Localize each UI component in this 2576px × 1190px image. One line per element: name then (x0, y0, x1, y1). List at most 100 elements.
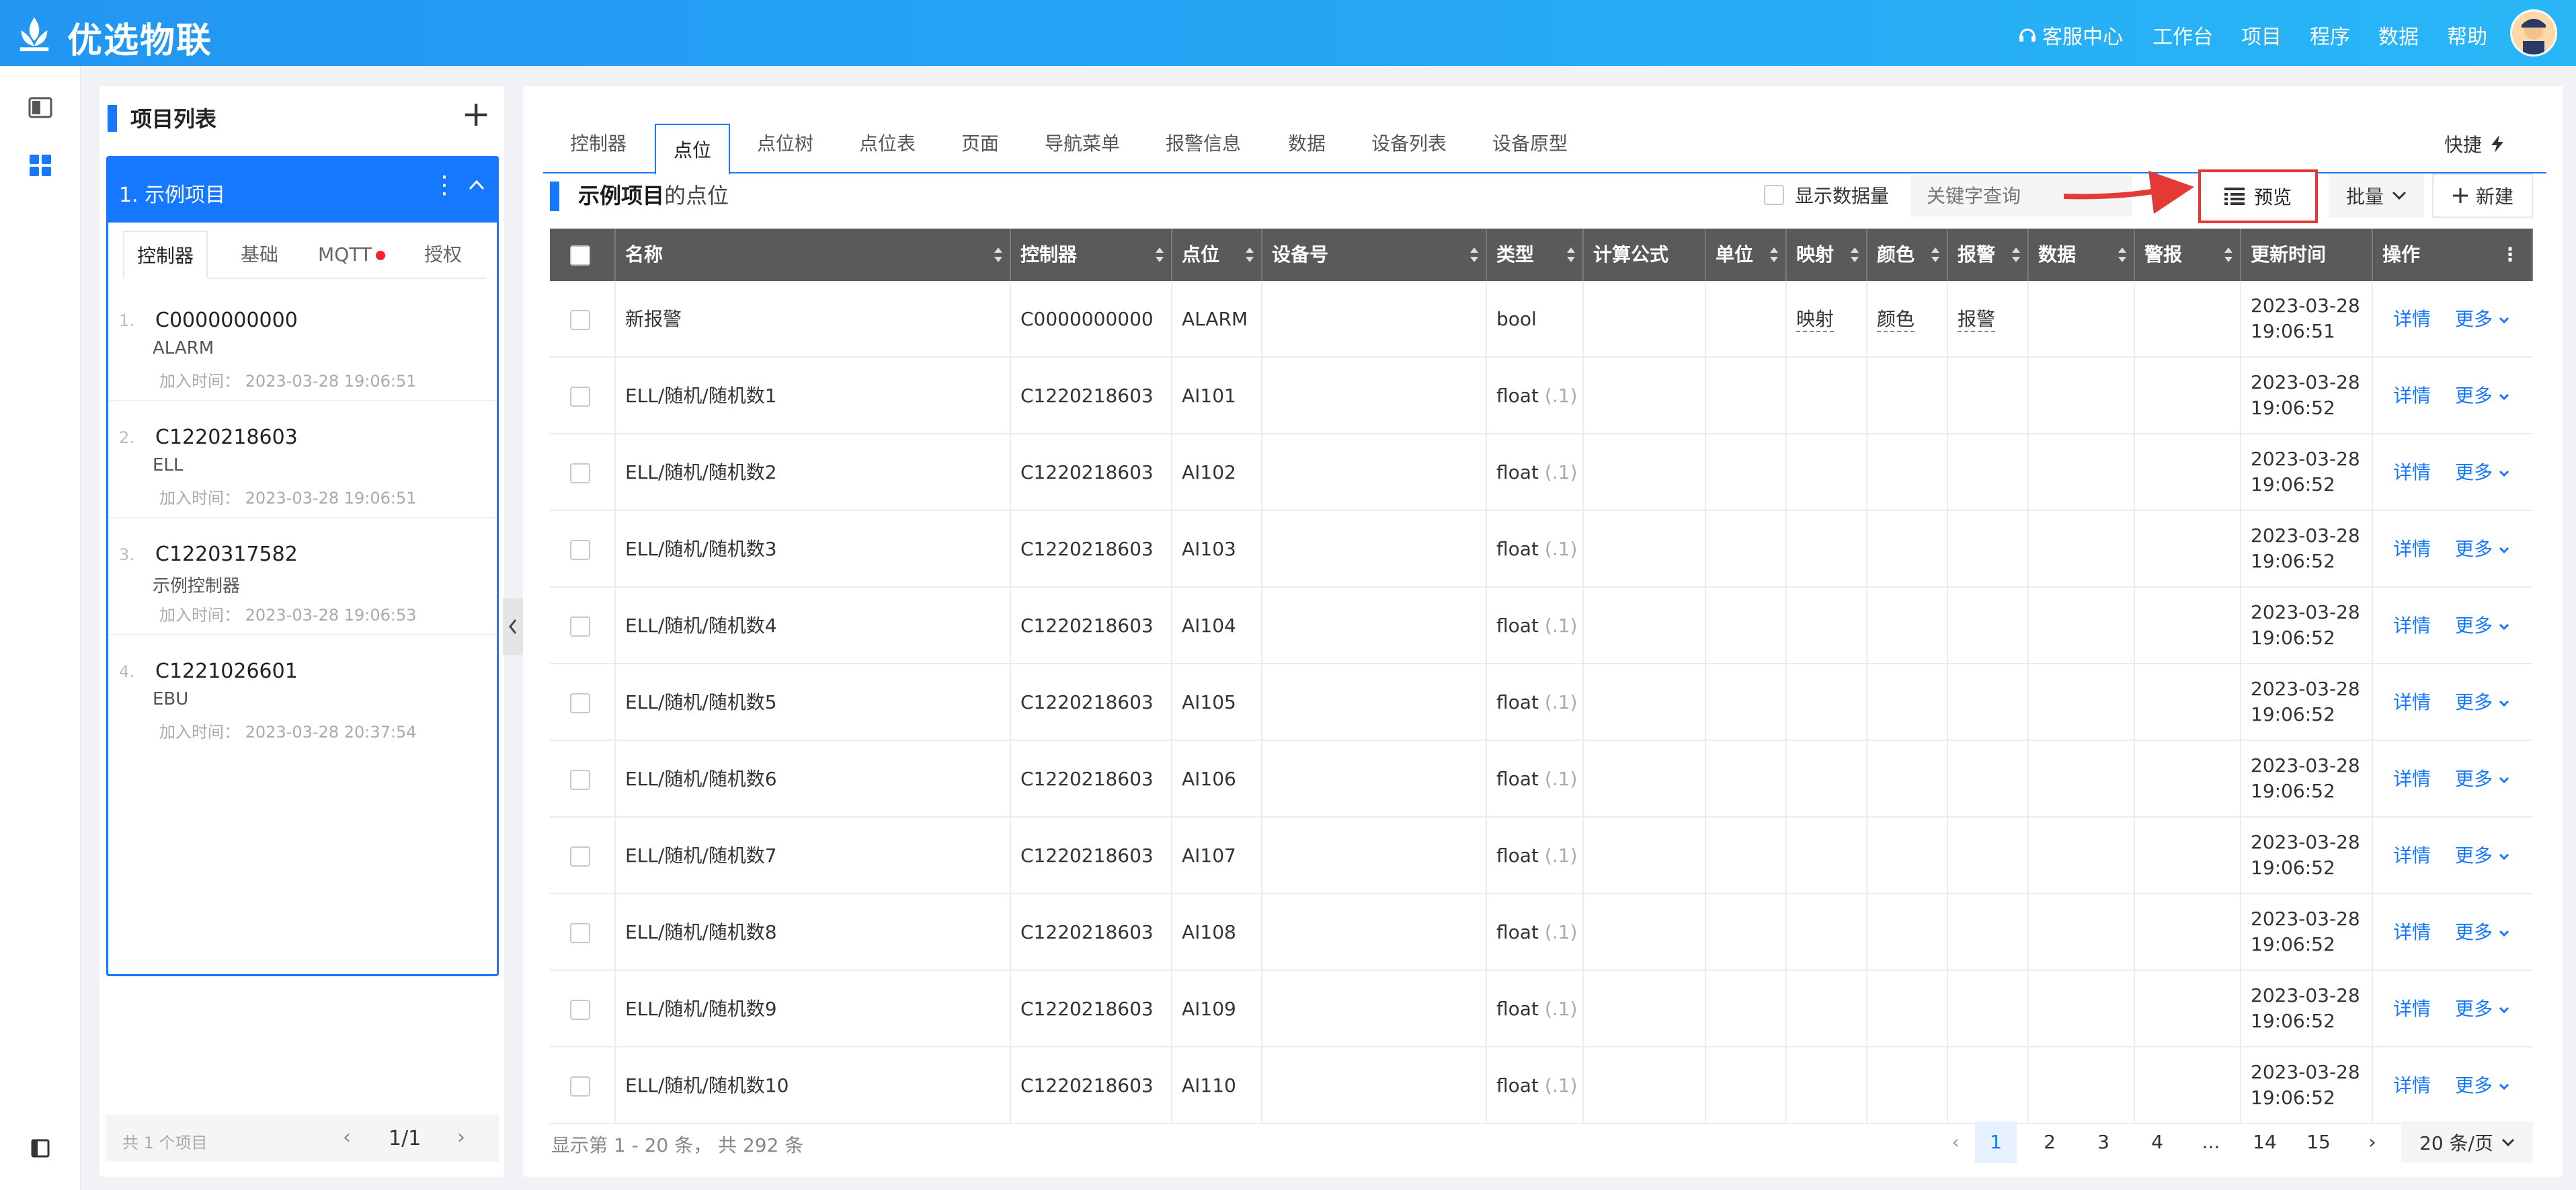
tab-point-table[interactable]: 点位表 (859, 129, 916, 156)
show-quantity-toggle[interactable]: 显示数据量 (1764, 182, 1889, 208)
sort-icon[interactable] (2224, 246, 2233, 264)
map-link[interactable]: 映射 (1796, 308, 1835, 332)
add-project-button[interactable]: + (461, 97, 491, 132)
sort-icon[interactable] (2011, 246, 2021, 264)
more-dropdown[interactable]: 更多 (2455, 308, 2509, 330)
column-header-ctrl[interactable]: 控制器 (1011, 229, 1172, 281)
dashboard-icon[interactable] (27, 152, 54, 179)
tab-point-tree[interactable]: 点位树 (757, 129, 813, 156)
row-checkbox[interactable] (570, 387, 590, 407)
table-row[interactable]: ELL/随机/随机数9 C1220218603 AI109 float (.1) 202… (550, 971, 2533, 1047)
sort-icon[interactable] (1566, 246, 1576, 264)
sort-icon[interactable] (994, 246, 1003, 264)
tab-controller[interactable]: 控制器 (570, 129, 627, 156)
select-all-header[interactable] (550, 229, 616, 281)
sort-icon[interactable] (2118, 246, 2127, 264)
column-header-unit[interactable]: 单位 (1706, 229, 1787, 281)
detail-link[interactable]: 详情 (2393, 768, 2431, 790)
more-dropdown[interactable]: 更多 (2455, 614, 2509, 637)
sort-icon[interactable] (1769, 246, 1779, 264)
preview-button[interactable]: 预览 (2198, 169, 2318, 223)
tab-device-list[interactable]: 设备列表 (1371, 129, 1447, 156)
alarm-link[interactable]: 报警 (1958, 308, 1996, 332)
sort-icon[interactable] (1931, 246, 1940, 264)
controller-item[interactable]: 1. C0000000000 ALARM 加入时间： 2023-03-28 19… (108, 284, 497, 401)
subtab-basic[interactable]: 基础 (223, 231, 296, 279)
table-row[interactable]: ELL/随机/随机数4 C1220218603 AI104 float (.1) 202… (550, 588, 2533, 664)
more-dropdown[interactable]: 更多 (2455, 998, 2509, 1020)
quick-button[interactable]: 快捷 (2444, 130, 2506, 157)
prev-page-button[interactable]: ‹ (1935, 1121, 1976, 1163)
tab-device-prototype[interactable]: 设备原型 (1492, 129, 1568, 156)
page-2[interactable]: 2 (2029, 1121, 2070, 1163)
more-dropdown[interactable]: 更多 (2455, 844, 2509, 867)
column-settings-icon[interactable]: ⋮ (2501, 229, 2520, 281)
select-all-checkbox[interactable] (570, 245, 590, 266)
column-header-data[interactable]: 数据 (2029, 229, 2135, 281)
table-row[interactable]: ELL/随机/随机数8 C1220218603 AI108 float (.1) 202… (550, 894, 2533, 971)
column-header-alarm[interactable]: 报警 (1948, 229, 2029, 281)
detail-link[interactable]: 详情 (2393, 461, 2431, 483)
user-avatar[interactable] (2510, 9, 2557, 56)
detail-link[interactable]: 详情 (2393, 308, 2431, 330)
detail-link[interactable]: 详情 (2393, 614, 2431, 637)
controller-item[interactable]: 4. C1221026601 EBU 加入时间： 2023-03-28 20:3… (108, 635, 497, 752)
more-vertical-icon[interactable]: ⋮ (432, 171, 456, 199)
tab-data[interactable]: 数据 (1288, 129, 1326, 156)
controller-item[interactable]: 3. C1220317582 示例控制器 加入时间： 2023-03-28 19… (108, 518, 497, 635)
chevron-left-icon[interactable]: ‹ (343, 1125, 351, 1149)
column-header-name[interactable]: 名称 (616, 229, 1011, 281)
row-checkbox[interactable] (570, 617, 590, 637)
color-link[interactable]: 颜色 (1877, 308, 1915, 332)
table-row[interactable]: 新报警 C0000000000 ALARM bool 映射 颜色 报警 2023-03-28… (550, 281, 2533, 358)
column-header-type[interactable]: 类型 (1487, 229, 1584, 281)
page-ellipsis[interactable]: ... (2190, 1121, 2232, 1163)
detail-link[interactable]: 详情 (2393, 998, 2431, 1020)
tab-nav-menu[interactable]: 导航菜单 (1045, 129, 1120, 156)
table-row[interactable]: ELL/随机/随机数1 C1220218603 AI101 float (.1) 202… (550, 358, 2533, 434)
detail-link[interactable]: 详情 (2393, 921, 2431, 943)
column-header-color[interactable]: 颜色 (1867, 229, 1948, 281)
more-dropdown[interactable]: 更多 (2455, 691, 2509, 713)
tab-alarm-info[interactable]: 报警信息 (1166, 129, 1241, 156)
detail-link[interactable]: 详情 (2393, 385, 2431, 407)
tab-page[interactable]: 页面 (961, 129, 999, 156)
nav-data[interactable]: 数据 (2378, 20, 2419, 50)
page-15[interactable]: 15 (2298, 1121, 2339, 1163)
more-dropdown[interactable]: 更多 (2455, 768, 2509, 790)
more-dropdown[interactable]: 更多 (2455, 538, 2509, 560)
nav-project[interactable]: 项目 (2241, 20, 2282, 50)
table-row[interactable]: ELL/随机/随机数7 C1220218603 AI107 float (.1) 202… (550, 818, 2533, 894)
sidebar-toggle-icon[interactable] (27, 1135, 54, 1162)
column-header-warn[interactable]: 警报 (2135, 229, 2241, 281)
row-checkbox[interactable] (570, 540, 590, 560)
page-3[interactable]: 3 (2083, 1121, 2124, 1163)
show-quantity-checkbox[interactable] (1764, 185, 1784, 205)
more-dropdown[interactable]: 更多 (2455, 921, 2509, 943)
chevron-up-icon[interactable] (467, 175, 486, 194)
nav-support[interactable]: 客服中心 (2018, 20, 2123, 50)
detail-link[interactable]: 详情 (2393, 844, 2431, 867)
collapse-sidebar-handle[interactable] (503, 598, 523, 655)
more-dropdown[interactable]: 更多 (2455, 1074, 2509, 1097)
page-size-select[interactable]: 20 条/页 (2401, 1121, 2533, 1163)
subtab-auth[interactable]: 授权 (409, 231, 477, 279)
column-header-dev[interactable]: 设备号 (1262, 229, 1487, 281)
column-header-map[interactable]: 映射 (1787, 229, 1867, 281)
table-row[interactable]: ELL/随机/随机数6 C1220218603 AI106 float (.1) 202… (550, 741, 2533, 818)
column-header-time[interactable]: 更新时间 (2241, 229, 2373, 281)
column-header-op[interactable]: 操作 ⋮ (2373, 229, 2533, 281)
page-14[interactable]: 14 (2244, 1121, 2286, 1163)
project-header[interactable]: 1. 示例项目 ⋮ (108, 158, 497, 223)
sort-icon[interactable] (1155, 246, 1164, 264)
next-page-button[interactable]: › (2351, 1121, 2393, 1163)
chevron-right-icon[interactable]: › (457, 1125, 465, 1149)
nav-workbench[interactable]: 工作台 (2152, 20, 2213, 50)
row-checkbox[interactable] (570, 846, 590, 867)
subtab-controller[interactable]: 控制器 (123, 231, 208, 279)
more-dropdown[interactable]: 更多 (2455, 385, 2509, 407)
nav-program[interactable]: 程序 (2310, 20, 2350, 50)
sort-icon[interactable] (1850, 246, 1859, 264)
new-button[interactable]: 新建 (2432, 173, 2533, 218)
row-checkbox[interactable] (570, 770, 590, 790)
